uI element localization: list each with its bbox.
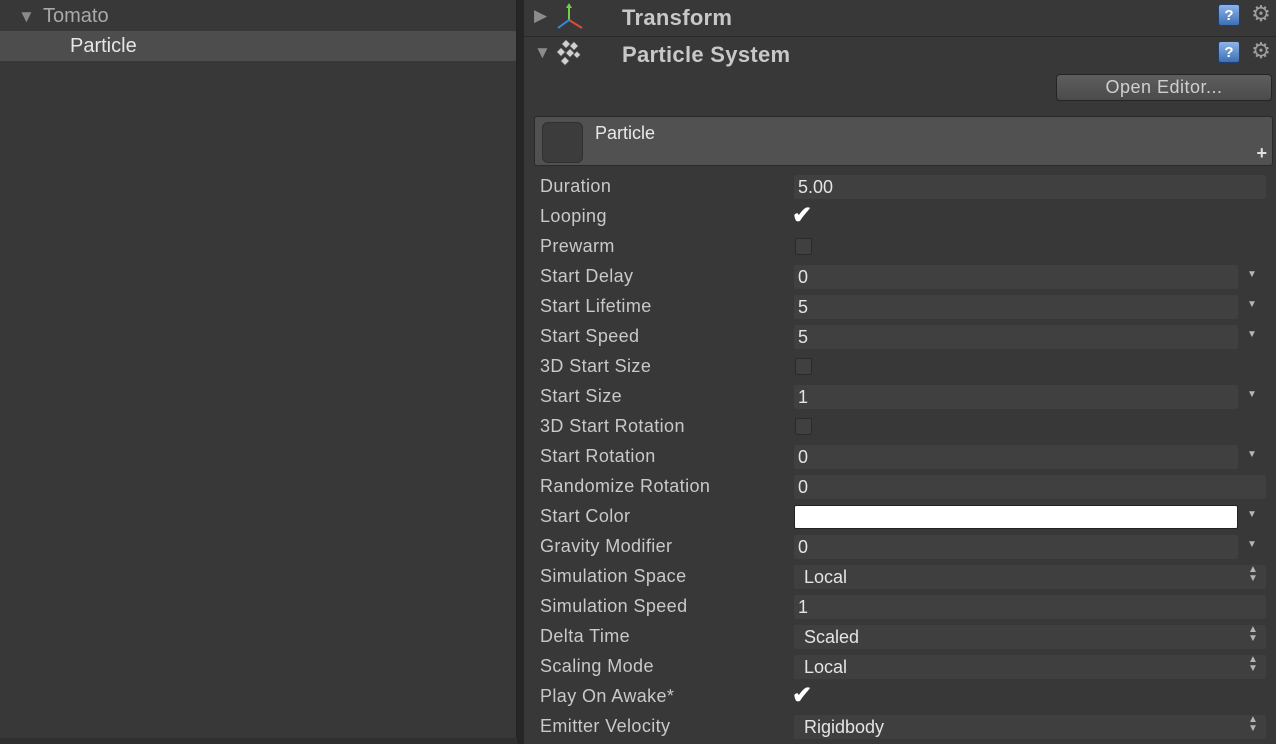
- start-color-color-field[interactable]: [794, 505, 1238, 529]
- property-row-start-delay: Start Delay 0 ▼: [534, 260, 1276, 290]
- hierarchy-panel: ▼ Tomato Particle: [0, 0, 517, 738]
- duration-field[interactable]: 5.00: [794, 175, 1266, 199]
- hierarchy-item-tomato[interactable]: ▼ Tomato: [0, 1, 516, 31]
- 3d-start-size-checkbox[interactable]: [795, 358, 812, 375]
- expand-triangle-icon[interactable]: ▼: [18, 2, 35, 32]
- open-editor-button[interactable]: Open Editor...: [1056, 74, 1272, 101]
- gear-icon[interactable]: ⚙: [1249, 2, 1273, 26]
- property-row-play-on-awake: Play On Awake* ✔: [534, 680, 1276, 710]
- transform-axes-icon: [557, 3, 583, 29]
- property-label: Start Rotation: [540, 446, 656, 466]
- randomize-rotation-field[interactable]: 0: [794, 475, 1266, 499]
- gravity-modifier-field[interactable]: 0: [794, 535, 1238, 559]
- delta-time-dropdown[interactable]: Scaled: [794, 625, 1266, 649]
- hierarchy-item-particle[interactable]: Particle: [0, 31, 516, 61]
- property-row-randomize-rotation: Randomize Rotation 0: [534, 470, 1276, 500]
- curve-dropdown-icon[interactable]: ▼: [1247, 299, 1257, 310]
- curve-dropdown-icon[interactable]: ▼: [1247, 329, 1257, 340]
- emitter-velocity-dropdown[interactable]: Rigidbody: [794, 715, 1266, 739]
- scaling-mode-dropdown[interactable]: Local: [794, 655, 1266, 679]
- property-label: Start Delay: [540, 266, 634, 286]
- property-row-emitter-velocity: Emitter Velocity Rigidbody ▲ ▼: [534, 710, 1276, 740]
- property-label: Looping: [540, 206, 607, 226]
- property-row-duration: Duration 5.00: [534, 170, 1276, 200]
- particle-module-header[interactable]: Particle +: [534, 116, 1273, 166]
- property-row-start-lifetime: Start Lifetime 5 ▼: [534, 290, 1276, 320]
- add-module-icon[interactable]: +: [1256, 143, 1267, 164]
- enum-arrows-icon: ▲ ▼: [1248, 624, 1258, 644]
- curve-dropdown-icon[interactable]: ▼: [1247, 269, 1257, 280]
- particle-system-component-header[interactable]: ▼ Particle System ? ⚙: [524, 37, 1276, 73]
- property-row-simulation-speed: Simulation Speed 1: [534, 590, 1276, 620]
- module-title: Particle: [595, 123, 656, 143]
- prewarm-checkbox[interactable]: [795, 238, 812, 255]
- property-row-start-speed: Start Speed 5 ▼: [534, 320, 1276, 350]
- property-row-simulation-space: Simulation Space Local ▲ ▼: [534, 560, 1276, 590]
- start-delay-field[interactable]: 0: [794, 265, 1238, 289]
- property-label: Gravity Modifier: [540, 536, 673, 556]
- property-label: Scaling Mode: [540, 656, 654, 676]
- transform-component-header[interactable]: ▶ Transform ? ⚙: [524, 0, 1276, 37]
- property-label: Start Lifetime: [540, 296, 652, 316]
- enum-arrows-icon: ▲ ▼: [1248, 654, 1258, 674]
- property-label: 3D Start Size: [540, 356, 652, 376]
- curve-dropdown-icon[interactable]: ▼: [1247, 389, 1257, 400]
- simulation-speed-field[interactable]: 1: [794, 595, 1266, 619]
- curve-dropdown-icon[interactable]: ▼: [1247, 539, 1257, 550]
- foldout-collapsed-icon[interactable]: ▶: [534, 6, 547, 26]
- help-icon[interactable]: ?: [1218, 4, 1240, 26]
- property-label: Randomize Rotation: [540, 476, 711, 496]
- property-label: Duration: [540, 176, 612, 196]
- property-row-prewarm: Prewarm: [534, 230, 1276, 260]
- component-title: Transform: [622, 5, 733, 30]
- panel-splitter[interactable]: [517, 0, 524, 744]
- enum-arrows-icon: ▲ ▼: [1248, 564, 1258, 584]
- property-label: Delta Time: [540, 626, 631, 646]
- property-label: Prewarm: [540, 236, 615, 256]
- property-label: Simulation Space: [540, 566, 687, 586]
- curve-dropdown-icon[interactable]: ▼: [1247, 449, 1257, 460]
- property-row-start-color: Start Color ▼: [534, 500, 1276, 530]
- foldout-expanded-icon[interactable]: ▼: [534, 43, 551, 63]
- property-row-start-rotation: Start Rotation 0 ▼: [534, 440, 1276, 470]
- property-label: Start Speed: [540, 326, 640, 346]
- property-row-3d-start-rotation: 3D Start Rotation: [534, 410, 1276, 440]
- property-row-delta-time: Delta Time Scaled ▲ ▼: [534, 620, 1276, 650]
- property-label: 3D Start Rotation: [540, 416, 685, 436]
- inspector-panel: ▶ Transform ? ⚙ ▼ Particle System ? ⚙ Op: [524, 0, 1276, 744]
- hierarchy-item-label: Particle: [70, 35, 137, 57]
- hierarchy-item-label: Tomato: [43, 5, 109, 27]
- property-label: Simulation Speed: [540, 596, 688, 616]
- start-lifetime-field[interactable]: 5: [794, 295, 1238, 319]
- property-label: Emitter Velocity: [540, 716, 671, 736]
- gear-icon[interactable]: ⚙: [1249, 39, 1273, 63]
- property-row-start-size: Start Size 1 ▼: [534, 380, 1276, 410]
- property-label: Start Color: [540, 506, 631, 526]
- property-label: Play On Awake*: [540, 686, 675, 706]
- property-row-3d-start-size: 3D Start Size: [534, 350, 1276, 380]
- curve-dropdown-icon[interactable]: ▼: [1247, 509, 1257, 520]
- start-rotation-field[interactable]: 0: [794, 445, 1238, 469]
- component-title: Particle System: [622, 42, 791, 67]
- looping-checkbox[interactable]: ✔: [792, 200, 812, 232]
- property-row-gravity-modifier: Gravity Modifier 0 ▼: [534, 530, 1276, 560]
- start-size-field[interactable]: 1: [794, 385, 1238, 409]
- help-icon[interactable]: ?: [1218, 41, 1240, 63]
- property-label: Start Size: [540, 386, 623, 406]
- 3d-start-rotation-checkbox[interactable]: [795, 418, 812, 435]
- simulation-space-dropdown[interactable]: Local: [794, 565, 1266, 589]
- particle-system-icon: [556, 39, 581, 66]
- property-row-scaling-mode: Scaling Mode Local ▲ ▼: [534, 650, 1276, 680]
- enum-arrows-icon: ▲ ▼: [1248, 714, 1258, 734]
- property-row-looping: Looping ✔: [534, 200, 1276, 230]
- module-thumbnail: [542, 122, 583, 163]
- play-on-awake-checkbox[interactable]: ✔: [792, 680, 812, 712]
- start-speed-field[interactable]: 5: [794, 325, 1238, 349]
